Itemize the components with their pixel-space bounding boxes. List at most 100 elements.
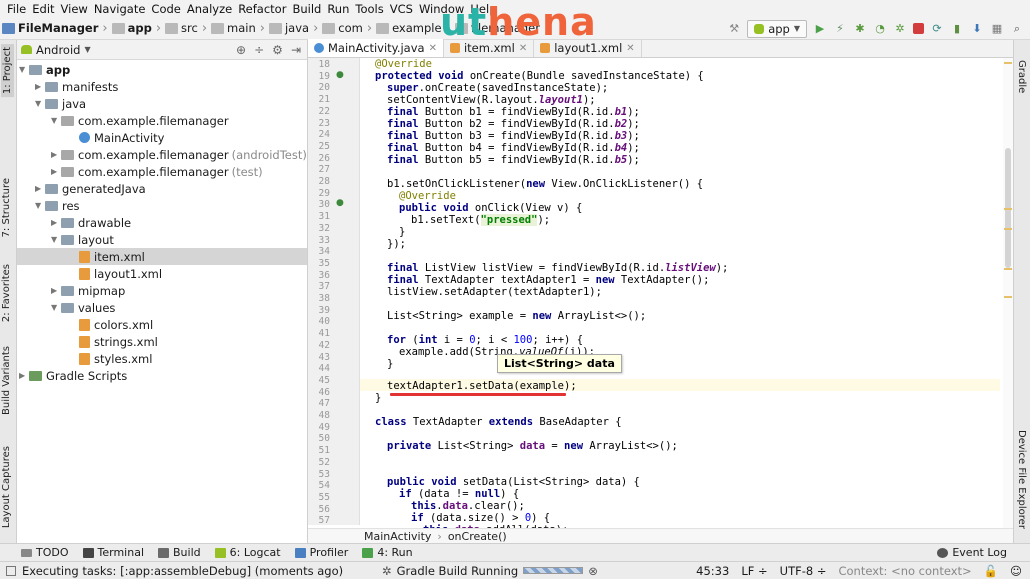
menu-analyze[interactable]: Analyze [184, 2, 235, 16]
tool-windows-icon[interactable] [6, 565, 16, 576]
avd-manager-icon[interactable]: ▮ [950, 22, 964, 36]
tab-mainactivity-java[interactable]: MainActivity.java ✕ [308, 39, 444, 57]
sdk-manager-icon[interactable]: ⬇ [970, 22, 984, 36]
tool-run[interactable]: 4: Run [355, 546, 419, 559]
crumb-project[interactable]: FileManager › [2, 21, 108, 36]
menu-edit[interactable]: Edit [29, 2, 57, 16]
menu-navigate[interactable]: Navigate [91, 2, 149, 16]
menu-run[interactable]: Run [324, 2, 352, 16]
chevron-down-icon: ▼ [793, 24, 800, 33]
menu-tools[interactable]: Tools [352, 2, 386, 16]
tree-item-values[interactable]: ▼ values [51, 299, 115, 316]
code-line: final Button b5 = findViewById(R.id.b5); [387, 154, 640, 166]
inspector-icon[interactable]: ☺ [1010, 564, 1022, 578]
tab-layout-captures[interactable]: Layout Captures [1, 446, 12, 528]
menu-vcs[interactable]: VCS [387, 2, 416, 16]
code-line: for (int i = 0; i < 100; i++) { [387, 334, 584, 346]
crumb-main[interactable]: main › [211, 21, 265, 36]
tree-item-item-xml[interactable]: item.xml [17, 248, 307, 265]
lock-icon[interactable]: 🔓 [984, 564, 998, 578]
context-indicator: Context: <no context> [838, 563, 972, 578]
module-icon [29, 64, 42, 75]
tree-item-generatedjava[interactable]: ▶ generatedJava [35, 180, 146, 197]
tree-item-layout1-xml[interactable]: layout1.xml [79, 265, 162, 282]
tab-gradle[interactable]: Gradle [1016, 60, 1027, 93]
tree-item-app[interactable]: ▼ app [19, 61, 70, 78]
hammer-icon[interactable]: ⚒ [727, 22, 741, 36]
apply-changes-icon[interactable]: ⚡ [833, 22, 847, 36]
tree-item-mainactivity[interactable]: MainActivity [79, 129, 164, 146]
line-separator[interactable]: LF ÷ [741, 564, 767, 578]
tree-item-mipmap[interactable]: ▶ mipmap [51, 282, 125, 299]
tree-item-manifests[interactable]: ▶ manifests [35, 78, 118, 95]
menu-file[interactable]: File [4, 2, 29, 16]
tool-logcat[interactable]: 6: Logcat [208, 546, 288, 559]
project-view-selector[interactable]: Android ▼ ⊕ ÷ ⚙ ⇥ [17, 40, 307, 60]
crumb-java[interactable]: java › [268, 21, 318, 36]
tree-item-styles-xml[interactable]: styles.xml [79, 350, 152, 367]
collapse-all-icon[interactable]: ÷ [254, 43, 264, 57]
code-area[interactable]: @Override protected void onCreate(Bundle… [360, 58, 1000, 532]
override-marker-icon[interactable]: ● [336, 198, 344, 208]
code-line: final Button b2 = findViewById(R.id.b2); [387, 118, 640, 130]
background-task-label[interactable]: Gradle Build Running [397, 564, 519, 578]
crumb-src[interactable]: src › [165, 21, 207, 36]
tree-item-package-test[interactable]: ▶ com.example.filemanager (test) [51, 163, 263, 180]
tool-todo[interactable]: TODO [14, 546, 76, 559]
tab-project[interactable]: 1: Project [1, 44, 14, 98]
menu-view[interactable]: View [58, 2, 91, 16]
debug-icon[interactable]: ✱ [853, 22, 867, 36]
hide-icon[interactable]: ⇥ [291, 43, 301, 57]
tree-item-res[interactable]: ▼ res [35, 197, 80, 214]
tree-item-layout[interactable]: ▼ layout [51, 231, 114, 248]
tree-item-package-androidtest[interactable]: ▶ com.example.filemanager (androidTest) [51, 146, 307, 163]
file-encoding[interactable]: UTF-8 ÷ [780, 564, 827, 578]
line-number: 22 [318, 105, 330, 117]
search-icon[interactable]: ⌕ [1010, 22, 1024, 36]
menu-code[interactable]: Code [148, 2, 183, 16]
tree-item-drawable[interactable]: ▶ drawable [51, 214, 131, 231]
override-marker-icon[interactable]: ● [336, 70, 344, 80]
class-icon [79, 132, 90, 143]
tree-item-package-main[interactable]: ▼ com.example.filemanager [51, 112, 229, 129]
stop-icon[interactable] [913, 23, 924, 34]
caret-position[interactable]: 45:33 [696, 564, 729, 578]
tab-favorites[interactable]: 2: Favorites [1, 264, 12, 322]
tree-item-colors-xml[interactable]: colors.xml [79, 316, 153, 333]
gear-icon[interactable]: ⚙ [272, 43, 283, 57]
tab-structure[interactable]: 7: Structure [1, 178, 12, 237]
folder-icon [376, 22, 390, 34]
menu-build[interactable]: Build [289, 2, 324, 16]
crumb-app[interactable]: app › [111, 21, 161, 36]
breadcrumb-method[interactable]: onCreate() [448, 530, 507, 543]
close-icon[interactable]: ✕ [519, 43, 527, 54]
sync-gradle-icon[interactable]: ⟳ [930, 22, 944, 36]
close-icon[interactable]: ✕ [429, 43, 437, 54]
profile-icon[interactable]: ◔ [873, 22, 887, 36]
layout-inspector-icon[interactable]: ▦ [990, 22, 1004, 36]
run-config-select[interactable]: app ▼ [747, 19, 807, 38]
attach-debugger-icon[interactable]: ✲ [893, 22, 907, 36]
tool-terminal[interactable]: Terminal [76, 546, 152, 559]
close-icon[interactable]: ✕ [626, 43, 634, 54]
menu-refactor[interactable]: Refactor [235, 2, 289, 16]
editor-scrollbar[interactable] [1003, 58, 1013, 528]
tree-item-java[interactable]: ▼ java [35, 95, 86, 112]
run-icon [362, 547, 374, 558]
tool-profiler[interactable]: Profiler [288, 546, 356, 559]
tab-device-file-explorer[interactable]: Device File Explorer [1016, 430, 1027, 529]
tree-item-gradle-scripts[interactable]: ▶ Gradle Scripts [19, 367, 127, 384]
folder-icon [61, 285, 74, 296]
run-icon[interactable]: ▶ [813, 22, 827, 36]
tool-build[interactable]: Build [151, 546, 208, 559]
code-line: public void setData(List<String> data) { [387, 476, 640, 488]
code-line: final Button b4 = findViewById(R.id.b4); [387, 142, 640, 154]
breadcrumb-class[interactable]: MainActivity [364, 530, 431, 543]
cancel-task-icon[interactable]: ⊗ [588, 564, 598, 578]
tool-event-log[interactable]: Event Log [930, 546, 1014, 559]
crumb-com[interactable]: com › [322, 21, 372, 36]
scroll-from-source-icon[interactable]: ⊕ [236, 43, 246, 57]
class-icon [314, 43, 324, 53]
tree-item-strings-xml[interactable]: strings.xml [79, 333, 158, 350]
tab-build-variants[interactable]: Build Variants [1, 346, 12, 415]
